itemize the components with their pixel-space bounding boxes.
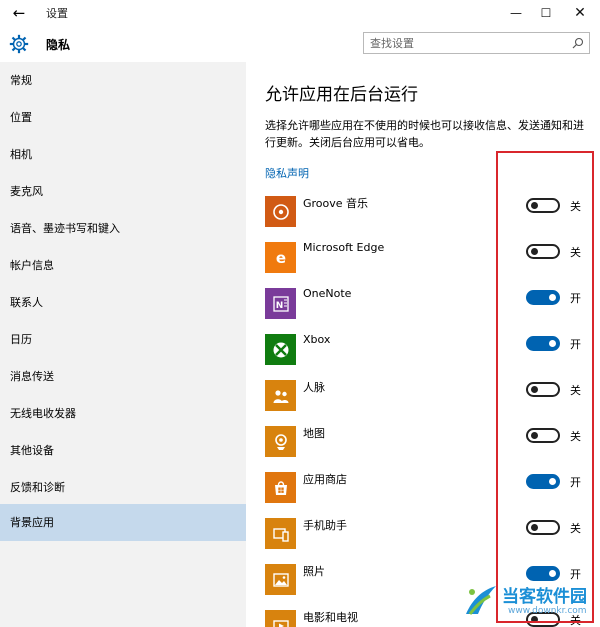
sidebar-item-camera[interactable]: 相机	[0, 136, 246, 173]
page-description: 选择允许哪些应用在不使用的时候也可以接收信息、发送通知和进行更新。关闭后台应用可…	[265, 119, 584, 149]
maps-icon	[265, 426, 296, 457]
sidebar-item-location[interactable]: 位置	[0, 99, 246, 136]
onenote-icon: N	[265, 288, 296, 319]
app-name: 应用商店	[303, 473, 347, 486]
watermark-url: www.downkr.com	[508, 606, 587, 616]
title-bar: ← 设置 — ☐ ✕	[0, 0, 600, 26]
xbox-icon	[265, 334, 296, 365]
sidebar-item-radios[interactable]: 无线电收发器	[0, 395, 246, 432]
svg-text:e: e	[275, 249, 285, 267]
groove-music-icon	[265, 196, 296, 227]
search-box[interactable]	[363, 32, 590, 54]
sidebar-item-account-info[interactable]: 帐户信息	[0, 247, 246, 284]
watermark-logo-icon	[466, 586, 496, 615]
app-name: 地图	[303, 427, 325, 440]
sidebar-item-background-apps[interactable]: 背景应用	[0, 504, 246, 541]
sidebar-item-general[interactable]: 常规	[0, 62, 246, 99]
edge-icon: e	[265, 242, 296, 273]
app-name: Microsoft Edge	[303, 241, 385, 254]
close-button[interactable]: ✕	[560, 0, 600, 26]
search-icon[interactable]	[572, 37, 584, 49]
movies-tv-icon	[265, 610, 296, 627]
gear-icon	[9, 34, 29, 54]
app-name: Xbox	[303, 333, 331, 346]
watermark-text: 当客软件园	[502, 587, 587, 607]
store-icon	[265, 472, 296, 503]
settings-header: 隐私	[0, 26, 600, 62]
app-name: 人脉	[303, 381, 325, 394]
window-title: 设置	[46, 7, 68, 20]
svg-text:N: N	[275, 301, 283, 311]
app-name: OneNote	[303, 287, 352, 300]
app-name: 电影和电视	[303, 611, 358, 624]
sidebar-item-contacts[interactable]: 联系人	[0, 284, 246, 321]
highlight-box	[496, 151, 594, 623]
app-name: 手机助手	[303, 519, 347, 532]
photos-icon	[265, 564, 296, 595]
watermark: 当客软件园 www.downkr.com	[458, 578, 600, 627]
search-input[interactable]	[370, 35, 560, 51]
sidebar-item-microphone[interactable]: 麦克风	[0, 173, 246, 210]
sidebar-item-other-devices[interactable]: 其他设备	[0, 432, 246, 469]
section-title: 隐私	[46, 38, 71, 52]
privacy-statement-link[interactable]: 隐私声明	[265, 165, 309, 181]
sidebar-nav: 常规 位置 相机 麦克风 语音、墨迹书写和键入 帐户信息 联系人 日历 消息传送…	[0, 62, 246, 627]
sidebar-item-calendar[interactable]: 日历	[0, 321, 246, 358]
page-title: 允许应用在后台运行	[265, 85, 418, 105]
back-button[interactable]: ←	[8, 3, 30, 23]
sidebar-item-messaging[interactable]: 消息传送	[0, 358, 246, 395]
sidebar-item-speech-inking[interactable]: 语音、墨迹书写和键入	[0, 210, 246, 247]
app-name: 照片	[303, 565, 325, 578]
sidebar-item-feedback[interactable]: 反馈和诊断	[0, 469, 246, 506]
app-name: Groove 音乐	[303, 197, 369, 210]
people-icon	[265, 380, 296, 411]
phone-companion-icon	[265, 518, 296, 549]
